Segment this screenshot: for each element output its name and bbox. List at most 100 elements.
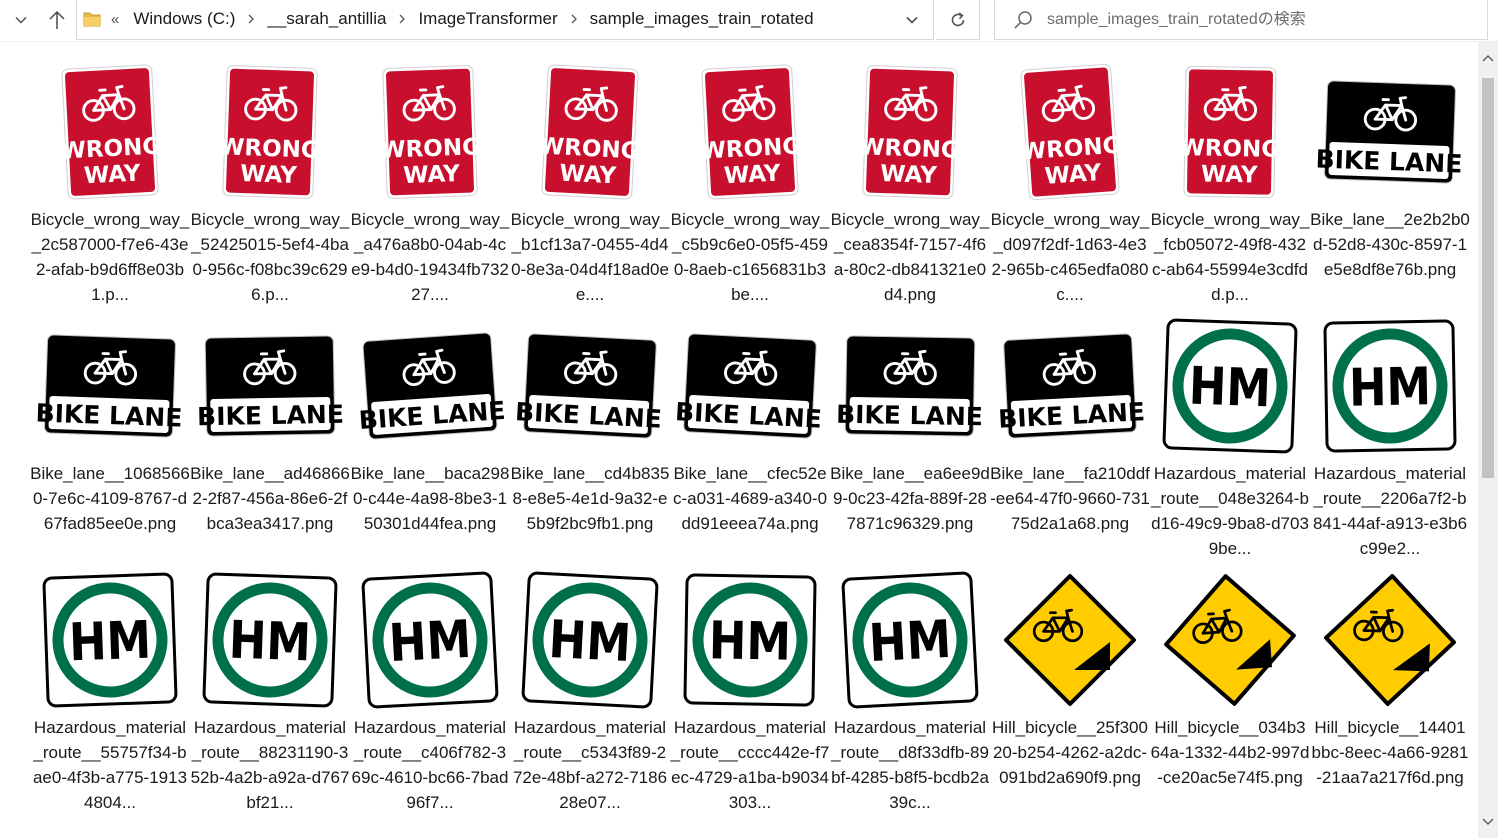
file-item[interactable]: Hill_bicycle__25f30020-b254-4262-a2dc-09… — [990, 566, 1150, 820]
file-thumbnail: WRONG WAY — [42, 64, 178, 200]
breadcrumb-drive[interactable]: Windows (C:) — [133, 9, 235, 29]
file-item[interactable]: BIKE LANE Bike_lane__baca2980-c44e-4a98-… — [350, 312, 510, 566]
navigation-pane-edge — [0, 42, 4, 838]
file-item[interactable]: BIKE LANE Bike_lane__2e2b2b0d-52d8-430c-… — [1310, 58, 1470, 312]
file-name: Bike_lane__baca2980-c44e-4a98-8be3-15030… — [350, 464, 510, 533]
hill-sign-image — [1003, 573, 1137, 707]
svg-text:WAY: WAY — [403, 161, 461, 189]
refresh-button[interactable] — [936, 0, 980, 40]
file-item[interactable]: HM Hazardous_material_route__048e3264-bd… — [1150, 312, 1310, 566]
hm-sign-image: HM — [202, 572, 338, 708]
file-name: Hill_bicycle__034b364a-1332-44b2-997d-ce… — [1150, 718, 1310, 787]
file-item[interactable]: WRONG WAY Bicycle_wrong_way__c5b9c6e0-05… — [670, 58, 830, 312]
bike-lane-sign-image: BIKE LANE — [836, 335, 983, 437]
file-item[interactable]: BIKE LANE Bike_lane__cfec52ec-a031-4689-… — [670, 312, 830, 566]
wrong-way-sign-image: WRONG WAY — [700, 64, 802, 200]
file-thumbnail: BIKE LANE — [674, 318, 823, 454]
file-item[interactable]: WRONG WAY Bicycle_wrong_way__b1cf13a7-04… — [510, 58, 670, 312]
file-thumbnail — [1002, 572, 1138, 708]
file-thumbnail: WRONG WAY — [1002, 63, 1138, 201]
vertical-scrollbar[interactable] — [1478, 42, 1498, 838]
file-name: Bicycle_wrong_way__b1cf13a7-0455-4d40-8e… — [510, 210, 670, 304]
file-thumbnail: BIKE LANE — [514, 318, 663, 454]
file-item[interactable]: HM Hazardous_material_route__2206a7f2-b8… — [1310, 312, 1470, 566]
address-history-button[interactable] — [899, 8, 925, 32]
file-item[interactable]: Hill_bicycle__034b364a-1332-44b2-997d-ce… — [1150, 566, 1310, 820]
wrong-way-sign-image: WRONG WAY — [60, 64, 162, 200]
hm-sign-image: HM — [361, 571, 499, 709]
file-view: WRONG WAY Bicycle_wrong_way__2c587000-f7… — [0, 42, 1478, 838]
wrong-way-sign-image: WRONG WAY — [538, 64, 640, 200]
svg-text:HM: HM — [1188, 357, 1272, 420]
file-name: Bicycle_wrong_way__fcb05072-49f8-432c-ab… — [1150, 210, 1310, 304]
svg-text:HM: HM — [388, 610, 473, 674]
scroll-down-button[interactable] — [1478, 812, 1498, 832]
file-item[interactable]: BIKE LANE Bike_lane__ad468662-2f87-456a-… — [190, 312, 350, 566]
file-thumbnail: HM — [841, 571, 979, 709]
file-item[interactable]: HM Hazardous_material_route__88231190-35… — [190, 566, 350, 820]
file-item[interactable]: BIKE LANE Bike_lane__cd4b8358-e8e5-4e1d-… — [510, 312, 670, 566]
file-name: Bicycle_wrong_way__c5b9c6e0-05f5-4590-8a… — [670, 210, 830, 304]
hm-sign-image: HM — [521, 571, 659, 709]
breadcrumb-project-folder[interactable]: ImageTransformer — [418, 9, 557, 29]
breadcrumb-current-folder[interactable]: sample_images_train_rotated — [590, 9, 814, 29]
file-name: Hazardous_material_route__88231190-352b-… — [190, 718, 350, 812]
breadcrumb-separator-icon[interactable] — [386, 13, 418, 25]
search-box[interactable] — [994, 0, 1488, 40]
file-name: Bicycle_wrong_way__52425015-5ef4-4ba0-95… — [190, 210, 350, 304]
file-thumbnail: WRONG WAY — [842, 64, 978, 200]
file-name: Bike_lane__ea6ee9d9-0c23-42fa-889f-28787… — [830, 464, 990, 533]
svg-text:WRONG: WRONG — [60, 133, 162, 164]
chevron-up-icon — [1482, 54, 1494, 62]
file-item[interactable]: HM Hazardous_material_route__cccc442e-f7… — [670, 566, 830, 820]
file-thumbnail: BIKE LANE — [197, 318, 344, 454]
file-item[interactable]: WRONG WAY Bicycle_wrong_way__fcb05072-49… — [1150, 58, 1310, 312]
file-item[interactable]: WRONG WAY Bicycle_wrong_way__a476a8b0-04… — [350, 58, 510, 312]
hm-sign-image: HM — [42, 572, 178, 708]
file-name: Bike_lane__2e2b2b0d-52d8-430c-8597-1e5e8… — [1310, 210, 1470, 279]
file-item[interactable]: HM Hazardous_material_route__55757f34-ba… — [30, 566, 190, 820]
file-item[interactable]: WRONG WAY Bicycle_wrong_way__cea8354f-71… — [830, 58, 990, 312]
scroll-up-button[interactable] — [1478, 48, 1498, 68]
breadcrumb-separator-icon[interactable] — [235, 13, 267, 25]
file-name: Hazardous_material_route__c406f782-369c-… — [351, 718, 509, 812]
search-input[interactable] — [1047, 10, 1467, 29]
file-item[interactable]: Hill_bicycle__14401bbc-8eec-4a66-9281-21… — [1310, 566, 1470, 820]
file-item[interactable]: BIKE LANE Bike_lane__10685660-7e6c-4109-… — [30, 312, 190, 566]
file-thumbnail: HM — [682, 572, 818, 708]
scrollbar-thumb[interactable] — [1482, 78, 1494, 478]
svg-text:WAY: WAY — [880, 161, 938, 189]
search-icon — [1013, 10, 1033, 30]
file-name: Hazardous_material_route__2206a7f2-b841-… — [1312, 464, 1468, 558]
folder-icon — [83, 11, 101, 27]
arrow-up-icon — [49, 10, 65, 29]
file-name: Bike_lane__ad468662-2f87-456a-86e6-2fbca… — [190, 464, 350, 533]
file-name: Hazardous_material_route__c5343f89-272e-… — [512, 718, 668, 812]
file-name: Bicycle_wrong_way__a476a8b0-04ab-4ce9-b4… — [350, 210, 510, 304]
address-bar[interactable]: « Windows (C:) __sarah_antillia ImageTra… — [76, 0, 934, 40]
recent-locations-button[interactable] — [8, 6, 34, 34]
file-item[interactable]: WRONG WAY Bicycle_wrong_way__2c587000-f7… — [30, 58, 190, 312]
file-item[interactable]: HM Hazardous_material_route__c406f782-36… — [350, 566, 510, 820]
svg-text:WAY: WAY — [723, 160, 781, 189]
address-toolbar: « Windows (C:) __sarah_antillia ImageTra… — [0, 0, 1498, 42]
wrong-way-sign-image: WRONG WAY — [219, 65, 320, 199]
file-item[interactable]: WRONG WAY Bicycle_wrong_way__52425015-5e… — [190, 58, 350, 312]
file-item[interactable]: HM Hazardous_material_route__c5343f89-27… — [510, 566, 670, 820]
file-item[interactable]: WRONG WAY Bicycle_wrong_way__d097f2df-1d… — [990, 58, 1150, 312]
svg-text:WAY: WAY — [240, 161, 298, 189]
file-thumbnail: HM — [42, 572, 178, 708]
up-button[interactable] — [44, 6, 70, 34]
svg-text:WAY: WAY — [83, 160, 141, 189]
bike-lane-sign-image: BIKE LANE — [674, 333, 823, 439]
file-thumbnail: BIKE LANE — [836, 318, 983, 454]
file-thumbnail: HM — [521, 571, 659, 709]
breadcrumb-overflow[interactable]: « — [111, 11, 119, 28]
file-item[interactable]: BIKE LANE Bike_lane__fa210ddf-ee64-47f0-… — [990, 312, 1150, 566]
file-item[interactable]: HM Hazardous_material_route__d8f33dfb-89… — [830, 566, 990, 820]
svg-text:WRONG: WRONG — [700, 133, 802, 164]
breadcrumb-user-folder[interactable]: __sarah_antillia — [267, 9, 386, 29]
breadcrumb-separator-icon[interactable] — [558, 13, 590, 25]
file-item[interactable]: BIKE LANE Bike_lane__ea6ee9d9-0c23-42fa-… — [830, 312, 990, 566]
wrong-way-sign-image: WRONG WAY — [380, 65, 481, 199]
